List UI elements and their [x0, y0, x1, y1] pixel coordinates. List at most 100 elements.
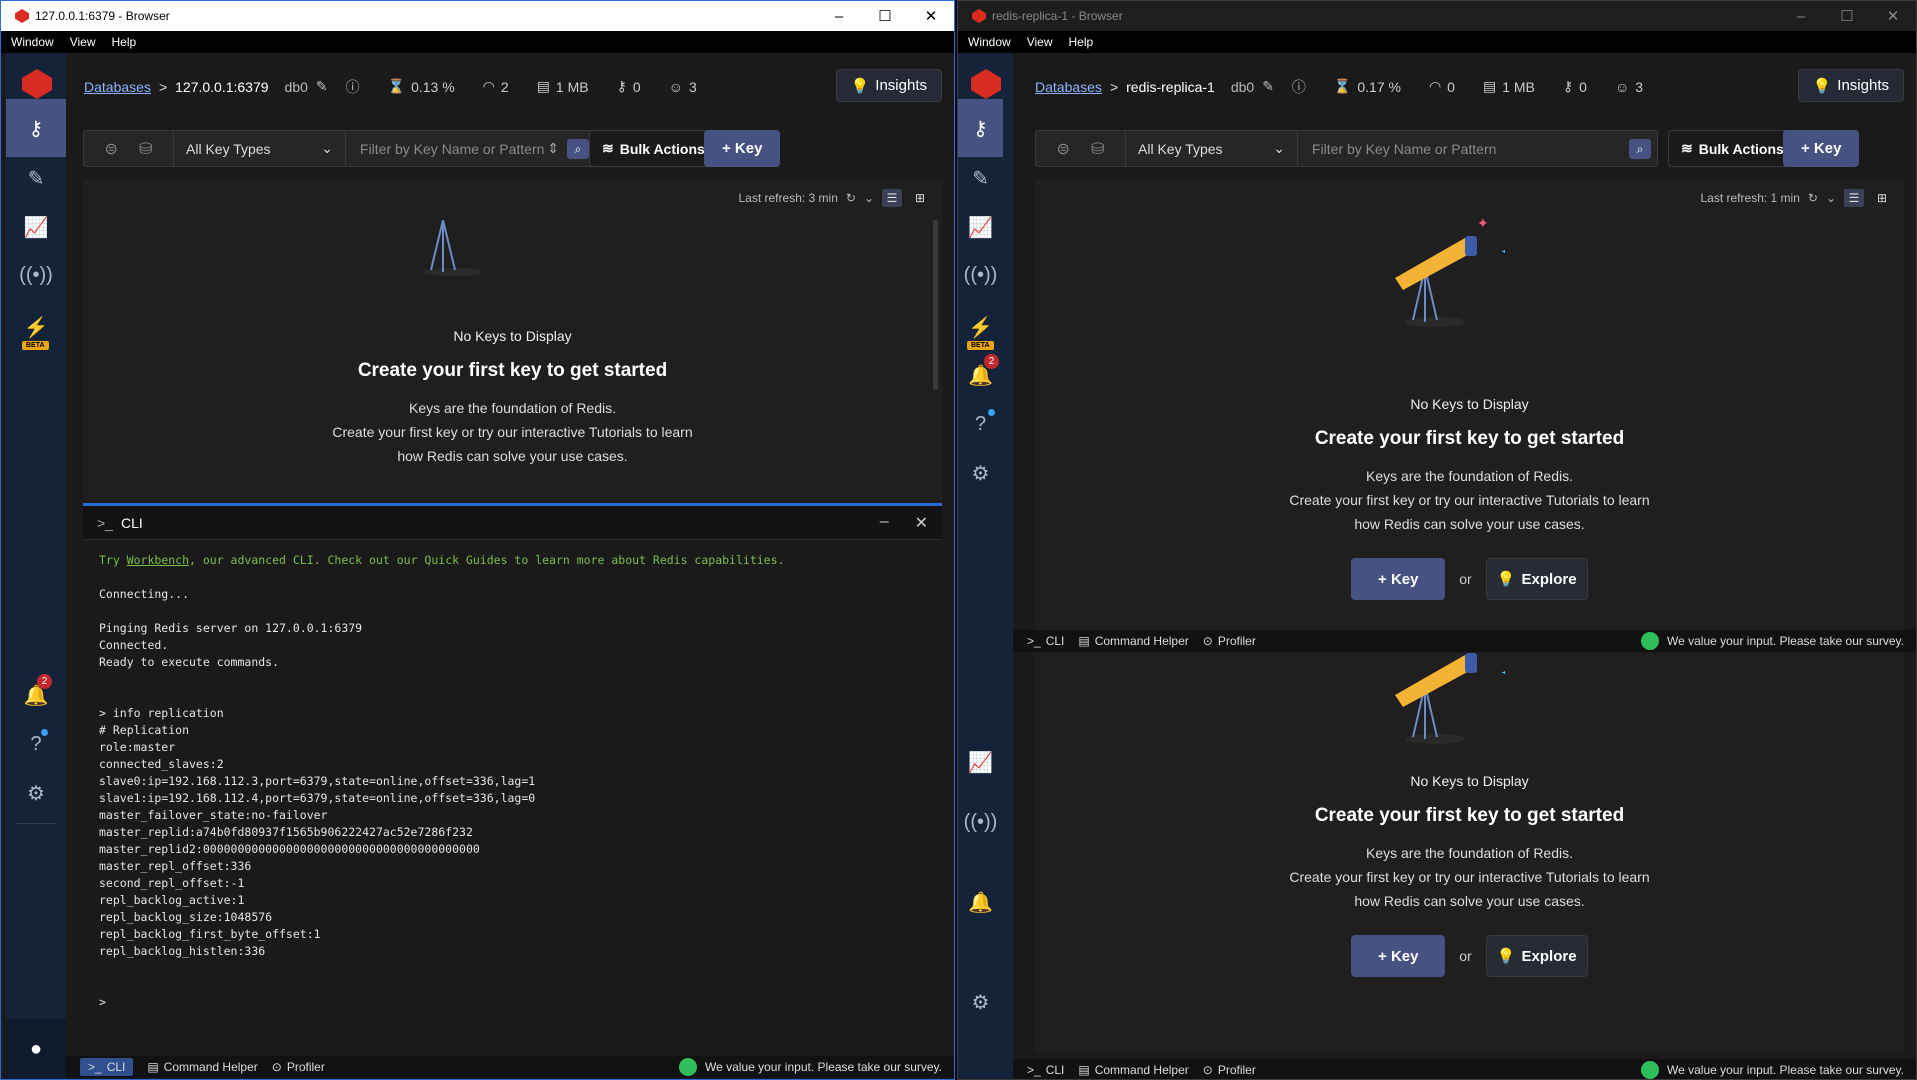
bulk-label: Bulk Actions: [619, 140, 705, 157]
no-keys-text: No Keys to Display: [1410, 773, 1529, 789]
add-key-empty-button[interactable]: + Key: [1351, 935, 1446, 977]
survey-link[interactable]: We value your input. Please take our sur…: [1640, 632, 1904, 650]
triggers-bolt-icon[interactable]: ⚡ BETA: [6, 298, 66, 356]
workbench-link[interactable]: Workbench: [127, 553, 189, 567]
menu-window[interactable]: Window: [958, 35, 1017, 49]
edit-pencil-icon[interactable]: ✎: [316, 78, 328, 95]
telescope-illustration: [423, 220, 483, 276]
telescope-illustration: ✦ ✦: [1395, 218, 1505, 327]
survey-link[interactable]: We value your input. Please take our sur…: [1640, 1061, 1904, 1079]
list-view-icon[interactable]: ☰: [882, 189, 902, 207]
info-icon[interactable]: ⓘ: [1292, 77, 1306, 97]
view-toggle[interactable]: ⊜ ⛁: [84, 131, 174, 166]
profiler-tab[interactable]: ⊙ Profiler: [272, 1060, 325, 1074]
view-toggle[interactable]: ⊜ ⛁: [1036, 131, 1126, 166]
cli-lines: Connecting... Pinging Redis server on 127…: [99, 569, 926, 1011]
bulk-actions-button[interactable]: ≋ Bulk Actions: [1668, 130, 1797, 167]
close-button[interactable]: ✕: [908, 7, 954, 25]
databases-link[interactable]: Databases: [1035, 79, 1102, 95]
tree-view-icon[interactable]: ⊞: [1872, 189, 1892, 207]
settings-gear-icon[interactable]: ⚙: [958, 973, 1003, 1031]
profiler-icon: ⊙: [1202, 634, 1213, 648]
sort-arrows-icon[interactable]: ⇕: [547, 140, 559, 157]
cpu-icon: ⌛: [387, 78, 406, 94]
add-key-empty-button[interactable]: + Key: [1351, 558, 1446, 600]
filter-icon[interactable]: ⊜: [105, 139, 118, 159]
search-icon[interactable]: ⌕: [567, 139, 589, 159]
pubsub-broadcast-icon[interactable]: ((•)): [958, 246, 1003, 304]
tree-view-icon[interactable]: ⊞: [910, 189, 930, 207]
redis-logo-icon: [15, 9, 29, 23]
info-icon[interactable]: ⓘ: [346, 77, 360, 97]
command-helper-tab[interactable]: ▤ Command Helper: [1078, 634, 1188, 648]
refresh-icon[interactable]: ↻: [846, 191, 856, 205]
edit-pencil-icon[interactable]: ✎: [1262, 78, 1274, 95]
insights-button[interactable]: 💡 Insights: [1797, 69, 1904, 102]
command-helper-tab[interactable]: ▤ Command Helper: [1078, 1063, 1188, 1077]
cli-hint: Try Workbench, our advanced CLI. Check o…: [99, 553, 785, 567]
pubsub-broadcast-icon[interactable]: ((•)): [958, 793, 1003, 851]
filter-icon[interactable]: ⊜: [1057, 139, 1070, 159]
command-helper-tab[interactable]: ▤ Command Helper: [147, 1060, 257, 1074]
search-input[interactable]: Filter by Key Name or Pattern ⇕ ⌕: [346, 131, 595, 166]
cli-line: second_repl_offset:-1: [99, 876, 245, 890]
settings-gear-icon[interactable]: ⚙: [958, 444, 1003, 502]
menu-view[interactable]: View: [60, 35, 102, 49]
right-window: redis-replica-1 - Browser – ☐ ✕ Window V…: [957, 0, 1917, 1080]
cli-tab[interactable]: >_ CLI: [80, 1058, 134, 1076]
cli-line: repl_backlog_size:1048576: [99, 910, 273, 924]
explore-button[interactable]: 💡 Explore: [1485, 558, 1588, 600]
insights-button[interactable]: 💡 Insights: [835, 69, 942, 102]
search-icon[interactable]: ⌕: [1629, 139, 1651, 159]
tree-icon[interactable]: ⛁: [1091, 139, 1104, 159]
window-title: redis-replica-1 - Browser: [992, 9, 1123, 23]
key-type-select[interactable]: All Key Types ⌄: [174, 131, 346, 166]
key-type-select[interactable]: All Key Types ⌄: [1126, 131, 1298, 166]
clients-value: 3: [688, 78, 697, 95]
terminal-icon: >_: [88, 1060, 102, 1074]
notifications-bell-icon[interactable]: 🔔: [958, 873, 1003, 931]
minimize-cli-icon[interactable]: –: [880, 513, 889, 533]
refresh-chevron-icon[interactable]: ⌄: [864, 191, 874, 205]
bulk-actions-button[interactable]: ≋ Bulk Actions: [589, 130, 718, 167]
refresh-icon[interactable]: ↻: [1808, 191, 1818, 205]
survey-link[interactable]: We value your input. Please take our sur…: [678, 1058, 942, 1076]
menu-help[interactable]: Help: [101, 35, 142, 49]
cli-output[interactable]: Try Workbench, our advanced CLI. Check o…: [83, 540, 942, 1023]
or-text: or: [1459, 948, 1472, 964]
ops-value: 0: [1447, 78, 1455, 95]
cli-tab[interactable]: >_ CLI: [1027, 1063, 1064, 1077]
close-button[interactable]: ✕: [1870, 7, 1916, 25]
empty-state: No Keys to Display Create your first key…: [1035, 396, 1904, 600]
insights-label: Insights: [1837, 77, 1889, 94]
profiler-tab[interactable]: ⊙ Profiler: [1203, 634, 1256, 648]
menu-help[interactable]: Help: [1058, 35, 1099, 49]
github-icon[interactable]: ●: [6, 1019, 66, 1079]
tree-icon[interactable]: ⛁: [139, 139, 152, 159]
scrollbar[interactable]: [933, 220, 938, 390]
close-cli-icon[interactable]: ✕: [915, 513, 928, 533]
refresh-chevron-icon[interactable]: ⌄: [1826, 191, 1836, 205]
lightbulb-icon: 💡: [1496, 571, 1516, 588]
minimize-button[interactable]: –: [1778, 8, 1824, 25]
databases-link[interactable]: Databases: [84, 79, 151, 95]
add-key-button[interactable]: + Key: [704, 130, 781, 167]
menu-view[interactable]: View: [1017, 35, 1059, 49]
cli-tab[interactable]: >_ CLI: [1027, 634, 1064, 648]
add-key-button[interactable]: + Key: [1783, 130, 1860, 167]
profiler-tab[interactable]: ⊙ Profiler: [1203, 1063, 1256, 1077]
survey-icon: [678, 1058, 697, 1076]
last-refresh: Last refresh: 3 min: [738, 191, 838, 205]
list-view-icon[interactable]: ☰: [1844, 189, 1864, 207]
analysis-chart-icon[interactable]: 📈: [958, 733, 1003, 791]
cli-line: repl_backlog_active:1: [99, 893, 245, 907]
search-input[interactable]: Filter by Key Name or Pattern ⌕: [1298, 131, 1657, 166]
settings-gear-icon[interactable]: ⚙: [6, 764, 66, 822]
bulk-label: Bulk Actions: [1698, 140, 1784, 157]
maximize-button[interactable]: ☐: [1824, 7, 1870, 25]
menu-window[interactable]: Window: [1, 35, 60, 49]
maximize-button[interactable]: ☐: [862, 7, 908, 25]
pubsub-broadcast-icon[interactable]: ((•)): [6, 246, 66, 304]
minimize-button[interactable]: –: [816, 8, 862, 25]
explore-button[interactable]: 💡 Explore: [1485, 935, 1588, 977]
